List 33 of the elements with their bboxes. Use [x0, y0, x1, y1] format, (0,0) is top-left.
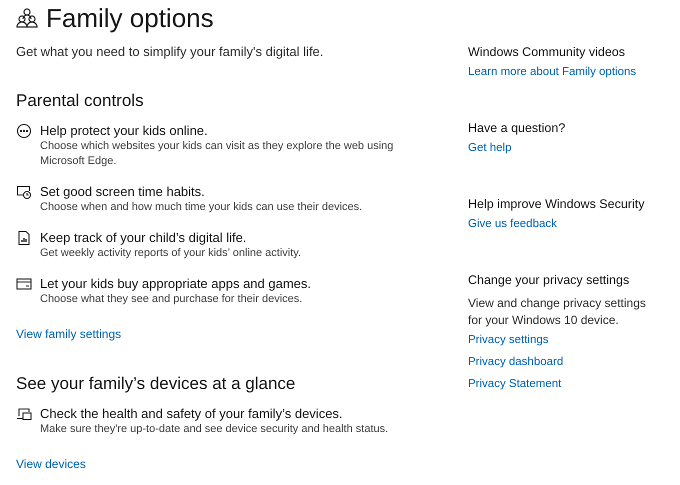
sidebar-heading: Windows Community videos: [468, 44, 626, 61]
card-icon: [16, 276, 32, 292]
section-heading: Parental controls: [16, 90, 145, 112]
item-title: Help protect your kids online.: [40, 122, 209, 138]
item-description: Get weekly activity reports of your kids’ online activity.: [40, 246, 302, 260]
family-icon: [16, 7, 38, 29]
ellipsis-circle-icon: [16, 122, 32, 138]
devices-icon: [16, 406, 32, 422]
page-title: Family options: [46, 3, 214, 33]
section-link[interactable]: View devices: [16, 454, 86, 472]
item-description: Make sure they're up-to-date and see device security and health status.: [40, 422, 390, 436]
item-description: Choose what they see and purchase for their devices.: [40, 292, 304, 306]
sidebar-link[interactable]: Privacy dashboard: [468, 352, 564, 373]
sidebar-link[interactable]: Give us feedback: [468, 214, 557, 235]
sidebar-link[interactable]: Get help: [468, 138, 512, 159]
item-title: Keep track of your child’s digital life.: [40, 228, 248, 246]
screen-clock-icon: [16, 184, 32, 200]
item-title: Set good screen time habits.: [40, 182, 206, 200]
item-title: Let your kids buy appropriate apps and games.: [40, 274, 312, 292]
item-description: Choose when and how much time your kids can use their devices.: [40, 200, 364, 214]
sidebar-heading: Help improve Windows Security: [468, 196, 646, 213]
section-heading: See your family’s devices at a glance: [16, 372, 296, 394]
sidebar-text: View and change privacy settings for your Windows 10 device.: [468, 295, 647, 329]
section-link[interactable]: View family settings: [16, 324, 122, 342]
page-subtitle: Get what you need to simplify your family's digital life.: [16, 43, 324, 61]
sidebar-link[interactable]: Learn more about Family options: [468, 62, 636, 83]
sidebar-link[interactable]: Privacy settings: [468, 330, 549, 351]
sidebar-link[interactable]: Privacy Statement: [468, 374, 562, 395]
sidebar-heading: Have a question?: [468, 120, 566, 137]
sidebar-heading: Change your privacy settings: [468, 272, 630, 289]
item-description: Choose which websites your kids can visit as they explore the web using Microsoft Edge.: [40, 138, 394, 168]
report-icon: [16, 230, 32, 246]
item-title: Check the health and safety of your family’s devices.: [40, 404, 344, 422]
